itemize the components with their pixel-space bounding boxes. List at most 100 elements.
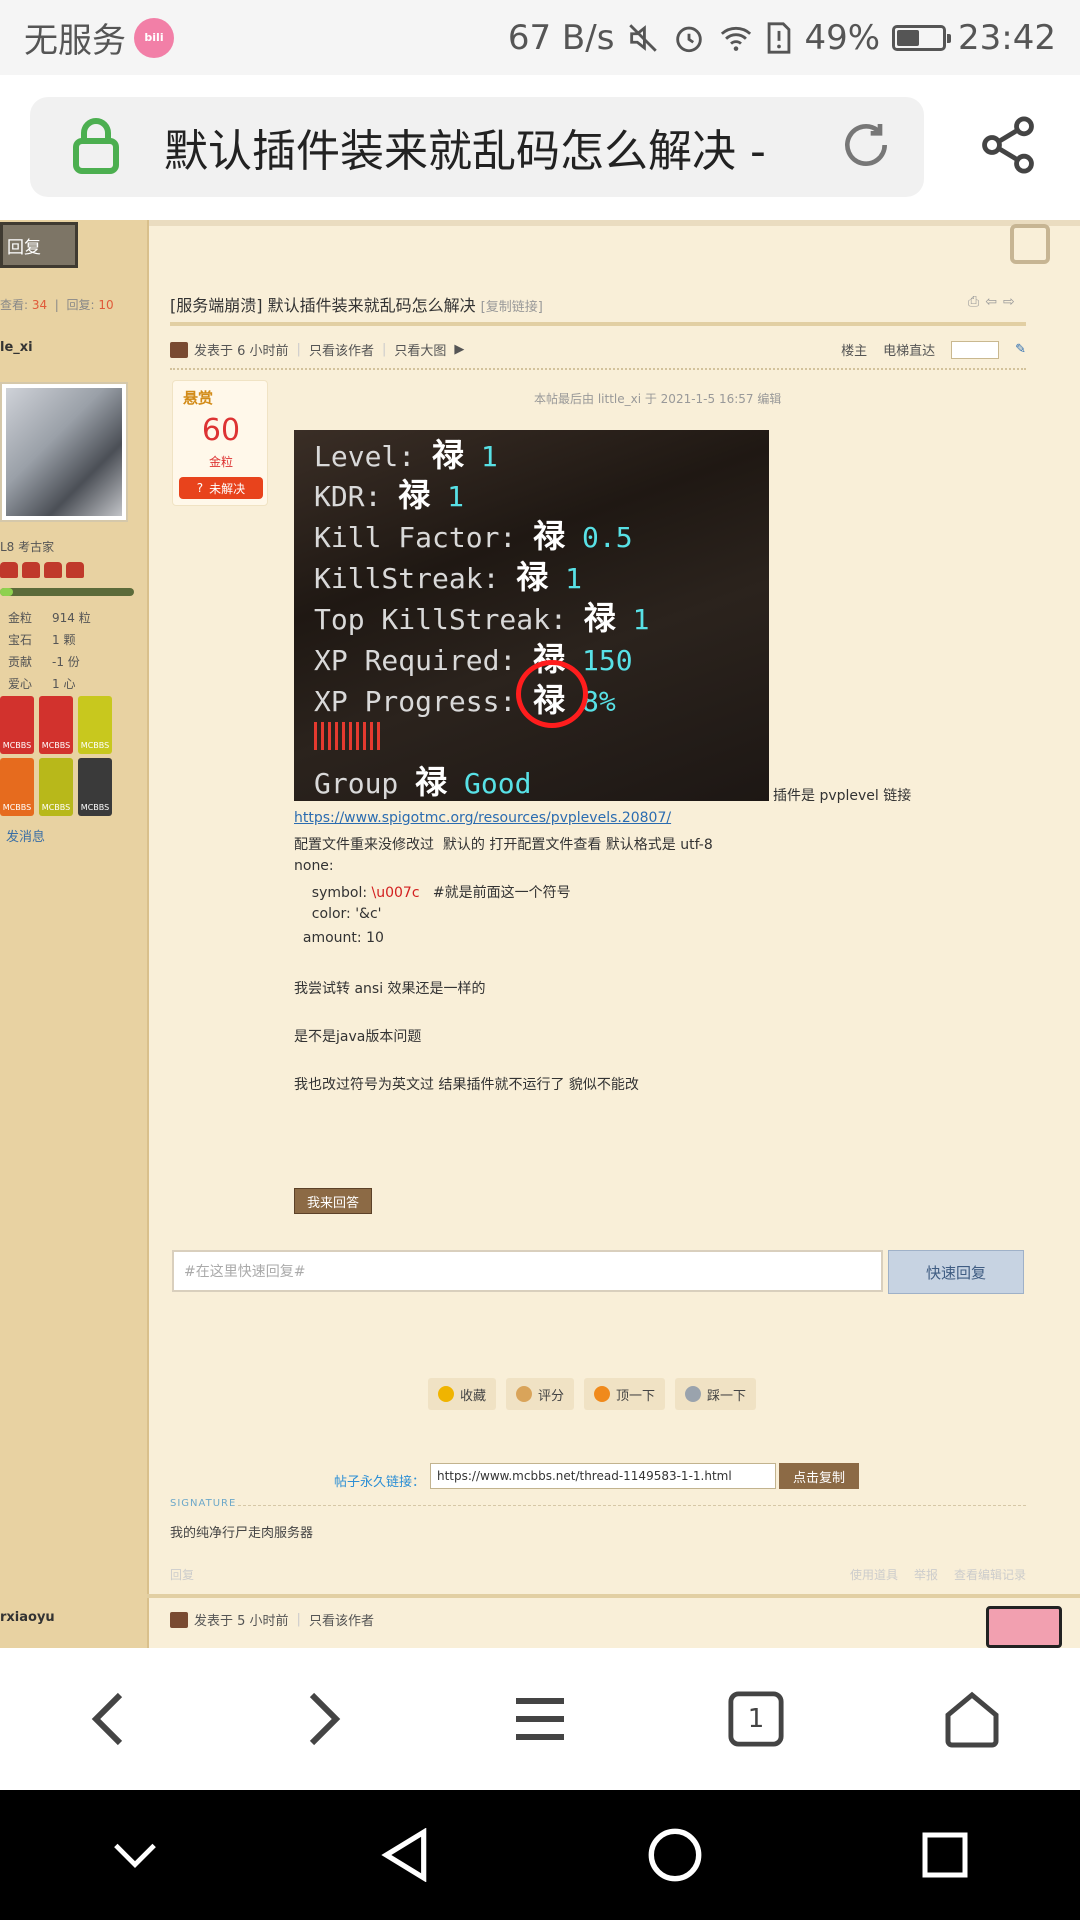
print-icon[interactable]: ⎙ — [968, 294, 979, 310]
rank-medals — [0, 562, 84, 578]
answer-button[interactable]: 我来回答 — [294, 1188, 373, 1214]
reload-icon[interactable] — [838, 117, 894, 177]
permalink-field[interactable]: https://www.mcbbs.net/thread-1149583-1-1… — [430, 1463, 776, 1489]
recents-icon[interactable] — [900, 1810, 990, 1900]
system-home-icon[interactable] — [630, 1810, 720, 1900]
footer-tools-link[interactable]: 使用道具 — [850, 1566, 898, 1583]
title-divider — [170, 322, 1026, 326]
footer-reply-link[interactable]: 回复 — [170, 1566, 194, 1583]
forward-icon[interactable] — [279, 1674, 369, 1764]
screenshot-line-value: 150 — [582, 644, 633, 677]
stat-value: 1 颗 — [52, 632, 76, 647]
stat-row: 宝石 1 颗 — [0, 628, 91, 650]
next-thread-icon[interactable]: ⇨ — [1003, 294, 1015, 310]
carrier-label: 无服务 — [24, 21, 126, 61]
rate-button[interactable]: 评分 — [506, 1378, 575, 1410]
plugin-link-text[interactable]: https://www.spigotmc.org/resources/pvple… — [294, 810, 671, 826]
mcbbs-badge[interactable]: MCBBS — [0, 758, 34, 816]
next-post-author[interactable]: rxiaoyu — [0, 1610, 55, 1625]
medal-icon — [22, 562, 40, 578]
body-line: color: '&c' — [294, 906, 382, 922]
avatar[interactable] — [0, 382, 128, 522]
post-screenshot[interactable]: Level: 禄 1 KDR: 禄 1 Kill Factor: 禄 0.5 K… — [294, 430, 769, 801]
screenshot-line-label: Group — [314, 767, 399, 800]
separator: | — [381, 342, 387, 357]
thread-title: [服务端崩溃] 默认插件装来就乱码怎么解决 [复制链接] — [170, 292, 543, 316]
fullscreen-icon[interactable] — [1010, 224, 1050, 264]
screenshot-line-glyph: 禄 — [533, 517, 566, 555]
stat-key: 金粒 — [8, 610, 33, 625]
post-actions: 收藏 评分 顶一下 踩一下 — [428, 1378, 757, 1410]
page-divider — [0, 220, 1080, 226]
medal-icon — [44, 562, 62, 578]
system-back-icon[interactable] — [360, 1810, 450, 1900]
copy-permalink-button[interactable]: 点击复制 — [779, 1463, 859, 1489]
screenshot-line-label: Level: — [314, 440, 416, 473]
medal-icon — [0, 562, 18, 578]
jump-go-icon[interactable]: ✎ — [1015, 342, 1026, 357]
screenshot-line-glyph: 禄 — [415, 763, 448, 801]
author-stats: 金粒 914 粒 宝石 1 颗 贡献 -1 份 爱心 1 心 — [0, 606, 91, 694]
footer-history-link[interactable]: 查看编辑记录 — [954, 1566, 1026, 1583]
avatar-image — [6, 388, 122, 516]
send-message-link[interactable]: 发消息 — [6, 826, 45, 845]
net-speed: 67 B/s — [507, 17, 615, 58]
favorite-button[interactable]: 收藏 — [428, 1378, 497, 1410]
screenshot-line-label: KillStreak: — [314, 562, 500, 595]
tabs-icon[interactable]: 1 — [711, 1674, 801, 1764]
body-line-code: \u007c — [371, 885, 420, 901]
plugin-link[interactable]: https://www.spigotmc.org/resources/pvple… — [294, 810, 671, 826]
next-post-meta: 发表于 5 小时前 | 只看该作者 — [170, 1610, 374, 1629]
footer-report-link[interactable]: 举报 — [914, 1566, 938, 1583]
url-box[interactable]: 默认插件装来就乱码怎么解决 - — [30, 97, 924, 197]
mcbbs-badge[interactable]: MCBBS — [0, 696, 34, 754]
reply-button[interactable]: 回复 — [0, 222, 78, 268]
play-icon[interactable]: ▶ — [454, 342, 464, 357]
screenshot-line-label: XP Required: — [314, 644, 517, 677]
screenshot-line-label: Kill Factor: — [314, 521, 517, 554]
badge-grid: MCBBS MCBBS MCBBS MCBBS MCBBS MCBBS — [0, 696, 112, 816]
next-only-author-link[interactable]: 只看该作者 — [309, 1610, 374, 1629]
menu-icon[interactable] — [495, 1674, 585, 1764]
mcbbs-badge[interactable]: MCBBS — [78, 758, 112, 816]
reward-label: 悬赏 — [183, 389, 214, 407]
share-icon[interactable] — [976, 113, 1040, 177]
screenshot-line-label: KDR: — [314, 480, 382, 513]
prev-thread-icon[interactable]: ⇦ — [985, 294, 997, 310]
bilibili-icon: bili — [134, 17, 174, 58]
arrow-up-icon — [594, 1386, 611, 1402]
reward-unit: 金粒 — [208, 455, 233, 469]
author-name[interactable]: le_xi — [0, 340, 33, 355]
mcbbs-badge[interactable]: MCBBS — [39, 696, 73, 754]
mute-icon — [626, 21, 660, 55]
body-line: symbol: \u007c #就是前面这一个符号 — [294, 882, 571, 902]
plugin-note: 插件是 pvplevel 链接 — [773, 788, 912, 804]
screenshot-line: KDR: 禄 1 — [314, 470, 464, 516]
title-tools: ⎙ ⇦ ⇨ — [968, 294, 1015, 310]
home-icon[interactable] — [927, 1674, 1017, 1764]
thumb-icon — [516, 1386, 533, 1402]
downvote-label: 踩一下 — [707, 1388, 747, 1404]
body-line: none: — [294, 858, 334, 874]
quick-reply-button[interactable]: 快速回复 — [888, 1250, 1024, 1294]
status-bar: 无服务 bili 67 B/s 49% 23:42 — [0, 0, 1080, 75]
mcbbs-badge[interactable]: MCBBS — [78, 696, 112, 754]
screenshot-line-label: Top KillStreak: — [314, 603, 567, 636]
next-post-time: 发表于 5 小时前 — [194, 1614, 289, 1629]
copy-link[interactable]: [复制链接] — [481, 300, 543, 315]
only-author-link[interactable]: 只看该作者 — [309, 340, 374, 359]
floor-jump-input[interactable] — [951, 340, 1000, 359]
quick-reply-input[interactable]: #在这里快速回复# — [172, 1250, 883, 1292]
edit-note: 本帖最后由 little_xi 于 2021-1-5 16:57 编辑 — [534, 392, 782, 406]
body-line: 我尝试转 ansi 效果还是一样的 — [294, 981, 486, 997]
screenshot-line: Top KillStreak: 禄 1 — [314, 593, 649, 639]
author-mini-icon — [170, 341, 188, 358]
back-icon[interactable] — [63, 1674, 153, 1764]
collapse-icon[interactable] — [90, 1810, 180, 1900]
browser-toolbar: 1 — [0, 1648, 1080, 1790]
browser-address-bar: 默认插件装来就乱码怎么解决 - — [0, 75, 1080, 220]
big-image-link[interactable]: 只看大图 — [394, 340, 446, 359]
downvote-button[interactable]: 踩一下 — [675, 1378, 757, 1410]
upvote-button[interactable]: 顶一下 — [584, 1378, 666, 1410]
mcbbs-badge[interactable]: MCBBS — [39, 758, 73, 816]
